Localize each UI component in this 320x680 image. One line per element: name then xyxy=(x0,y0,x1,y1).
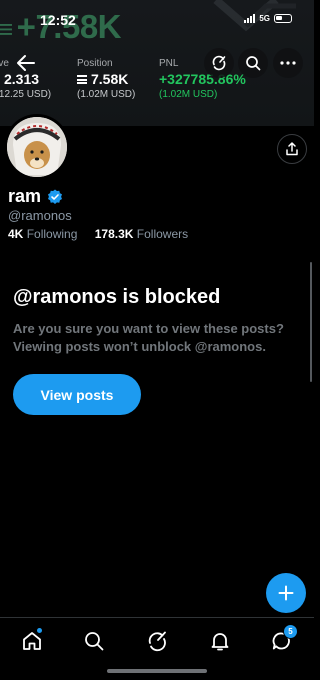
profile-name: ram xyxy=(8,186,42,206)
stat-position: Position 7.58K (1.02M USD) xyxy=(77,57,135,102)
nav-grok[interactable] xyxy=(143,627,171,655)
home-unread-dot xyxy=(37,628,42,633)
followers-link[interactable]: 178.3K Followers xyxy=(95,227,188,241)
following-count: 4K xyxy=(8,227,24,241)
back-button[interactable] xyxy=(16,54,36,72)
followers-count: 178.3K xyxy=(94,227,134,241)
stat-value: +327785.86% xyxy=(159,71,246,87)
following-label: Following xyxy=(26,227,78,241)
share-icon xyxy=(286,142,298,156)
grok-button[interactable] xyxy=(204,48,234,78)
stat-sub: (1.02M USD) xyxy=(159,89,218,100)
solana-glyph-icon: ≡ xyxy=(0,14,13,44)
home-icon xyxy=(23,632,41,650)
verified-badge-icon[interactable] xyxy=(47,189,63,205)
scrollbar[interactable] xyxy=(310,262,312,382)
stat-label: Position xyxy=(77,58,113,69)
nav-home[interactable] xyxy=(18,627,46,655)
stat-sub: (312.25 USD) xyxy=(0,89,52,100)
more-button[interactable] xyxy=(273,48,303,78)
grok-icon xyxy=(212,55,226,71)
view-posts-button[interactable]: View posts xyxy=(13,374,141,415)
bell-icon xyxy=(211,633,229,651)
solana-icon xyxy=(77,75,87,84)
search-icon xyxy=(246,56,261,71)
follow-stats: 4K Following 178.3K Followers xyxy=(8,227,202,241)
status-time: 12:52 xyxy=(40,12,76,28)
status-icons: 5G xyxy=(244,13,292,23)
stat-value: 2.313 xyxy=(4,71,40,87)
share-button[interactable] xyxy=(277,134,307,164)
search-icon xyxy=(85,632,104,651)
nav-notifications[interactable] xyxy=(206,627,234,655)
more-dots-icon xyxy=(280,61,296,65)
search-button[interactable] xyxy=(238,48,268,78)
nav-messages[interactable]: 5 xyxy=(268,624,298,655)
network-type: 5G xyxy=(259,13,270,23)
stat-sub: (1.02M USD) xyxy=(77,89,136,100)
back-arrow-icon xyxy=(17,55,35,71)
blocked-title: @ramonos is blocked xyxy=(13,286,221,308)
compose-button[interactable] xyxy=(266,573,306,613)
plus-icon xyxy=(278,585,294,601)
signal-icon xyxy=(244,13,256,23)
blocked-description: Are you sure you want to view these post… xyxy=(13,321,284,354)
battery-icon xyxy=(274,13,292,23)
messages-badge: 5 xyxy=(283,624,298,639)
avatar[interactable] xyxy=(4,114,70,180)
profile-handle: @ramonos xyxy=(8,208,72,223)
display-name: ram xyxy=(8,186,63,207)
nav-search[interactable] xyxy=(80,627,108,655)
dog-avatar-icon xyxy=(7,117,67,177)
followers-label: Followers xyxy=(136,227,189,241)
stat-value: 7.58K xyxy=(77,70,135,88)
grok-icon xyxy=(148,631,166,652)
following-link[interactable]: 4K Following xyxy=(8,227,77,241)
home-indicator[interactable] xyxy=(107,669,207,673)
